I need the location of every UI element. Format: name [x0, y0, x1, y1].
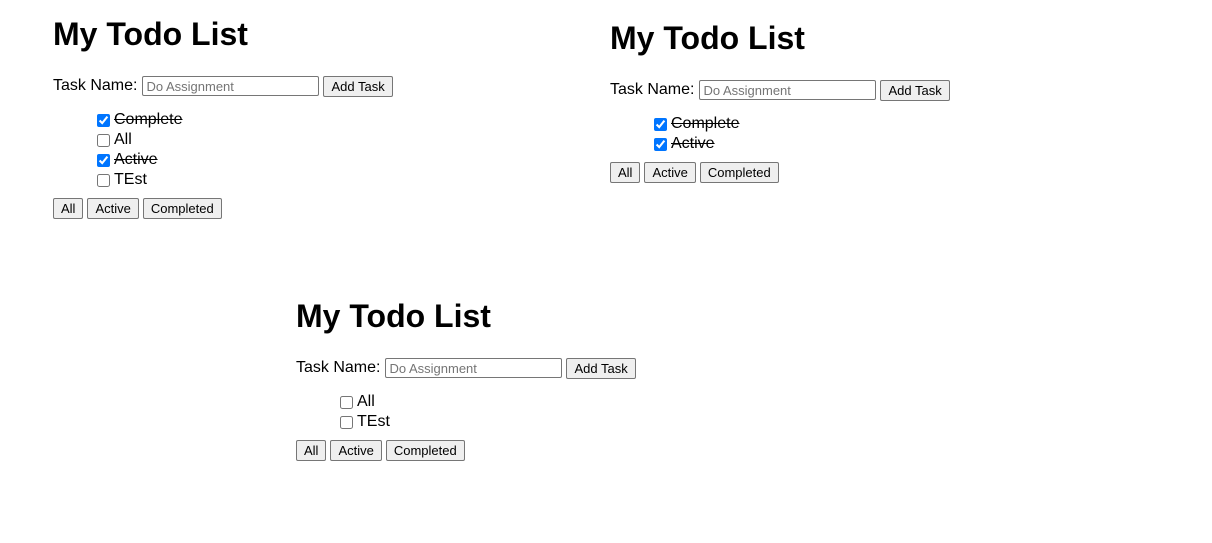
task-text: All	[114, 131, 132, 148]
filter-completed-button[interactable]: Completed	[142, 198, 222, 219]
task-text: Complete	[114, 111, 183, 128]
add-task-form: Task Name: Add Task	[610, 79, 1030, 101]
task-item: All	[96, 130, 473, 150]
page-title: My Todo List	[296, 298, 491, 334]
task-checkbox[interactable]	[654, 117, 667, 131]
filter-bar: All Active Completed	[53, 198, 473, 219]
task-item: Complete	[653, 114, 1030, 134]
todo-app-completed-view: My Todo List Task Name: Add Task Complet…	[610, 18, 1030, 183]
filter-active-button[interactable]: Active	[644, 162, 696, 183]
task-item: Complete	[96, 110, 473, 130]
task-checkbox[interactable]	[97, 113, 110, 127]
filter-active-button[interactable]: Active	[330, 440, 382, 461]
filter-active-button[interactable]: Active	[87, 198, 139, 219]
task-name-input[interactable]	[385, 358, 563, 378]
task-checkbox[interactable]	[97, 133, 110, 147]
task-list: Complete All Active TEst	[53, 110, 473, 190]
task-name-input[interactable]	[142, 76, 320, 96]
page-title: My Todo List	[610, 20, 805, 56]
task-name-label: Task Name:	[296, 359, 381, 376]
add-task-form: Task Name: Add Task	[296, 357, 716, 379]
task-item: TEst	[96, 170, 473, 190]
filter-all-button[interactable]: All	[296, 440, 327, 461]
task-checkbox[interactable]	[340, 395, 353, 409]
task-list: Complete Active	[610, 114, 1030, 154]
filter-bar: All Active Completed	[296, 440, 716, 461]
todo-app-active-view: My Todo List Task Name: Add Task All TEs…	[296, 296, 716, 461]
task-item: Active	[653, 134, 1030, 154]
task-item: All	[339, 392, 716, 412]
filter-completed-button[interactable]: Completed	[699, 162, 779, 183]
task-name-label: Task Name:	[53, 77, 138, 94]
todo-app-all-view: My Todo List Task Name: Add Task Complet…	[53, 14, 473, 219]
add-task-button[interactable]: Add Task	[880, 79, 950, 101]
task-text: Active	[114, 151, 158, 168]
task-text: TEst	[114, 171, 147, 188]
add-task-button[interactable]: Add Task	[323, 75, 393, 97]
task-text: TEst	[357, 413, 390, 430]
task-checkbox[interactable]	[97, 153, 110, 167]
task-name-input[interactable]	[699, 80, 877, 100]
task-checkbox[interactable]	[97, 173, 110, 187]
task-text: Active	[671, 135, 715, 152]
task-item: TEst	[339, 412, 716, 432]
page-title: My Todo List	[53, 16, 248, 52]
task-text: Complete	[671, 115, 740, 132]
filter-bar: All Active Completed	[610, 162, 1030, 183]
task-checkbox[interactable]	[340, 415, 353, 429]
task-list: All TEst	[296, 392, 716, 432]
filter-all-button[interactable]: All	[610, 162, 641, 183]
task-checkbox[interactable]	[654, 137, 667, 151]
filter-all-button[interactable]: All	[53, 198, 84, 219]
add-task-form: Task Name: Add Task	[53, 75, 473, 97]
task-item: Active	[96, 150, 473, 170]
add-task-button[interactable]: Add Task	[566, 357, 636, 379]
task-name-label: Task Name:	[610, 81, 695, 98]
filter-completed-button[interactable]: Completed	[385, 440, 465, 461]
task-text: All	[357, 393, 375, 410]
